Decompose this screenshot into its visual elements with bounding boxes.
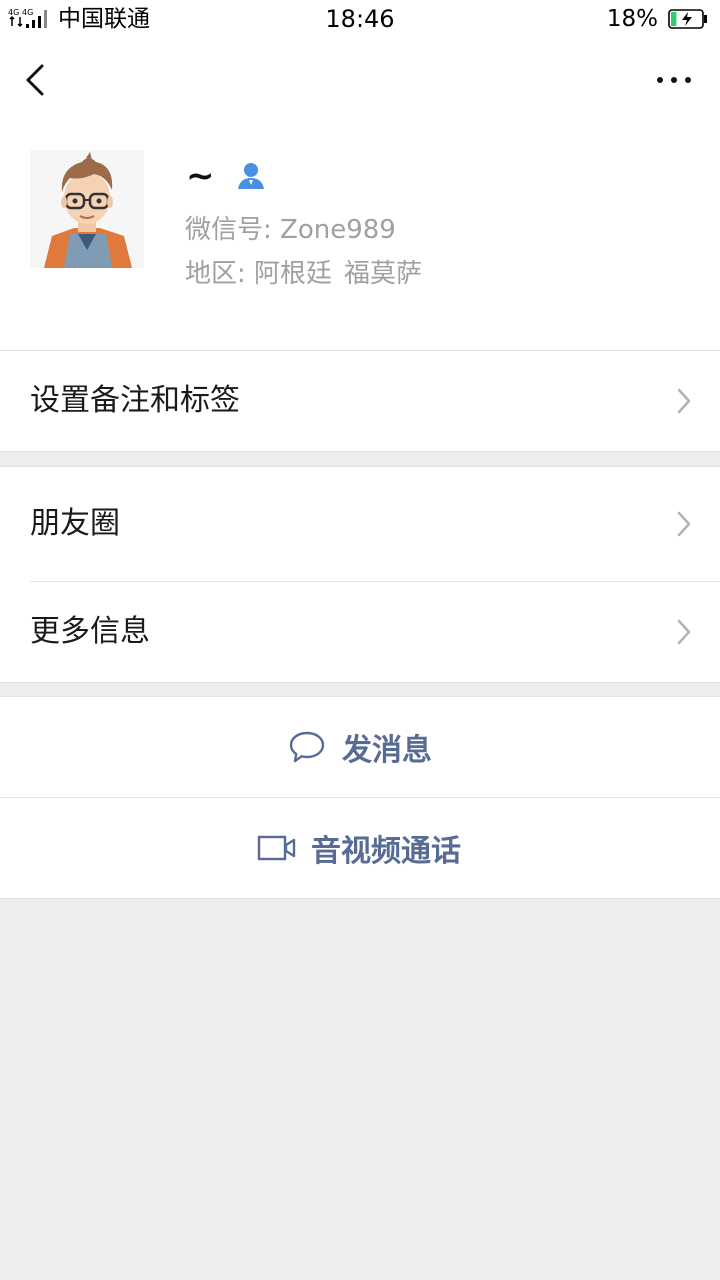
avatar[interactable] [30,150,144,268]
more-dots-icon[interactable] [654,68,694,92]
wechat-id-value: Zone989 [280,215,396,245]
nickname: ~ [186,156,215,196]
wechat-id-line: 微信号: Zone989 [185,214,396,246]
contact-profile-screen: 4G 4G 中国联通 18:46 18% ~ 微信号: Zone989 地区: … [0,0,720,1280]
video-call-label: 音视频通话 [311,834,461,869]
video-camera-icon [257,835,296,861]
set-remark-tags-label: 设置备注和标签 [30,383,240,418]
chevron-right-icon [677,511,691,537]
video-call-button[interactable]: 音视频通话 [0,798,720,898]
divider [0,451,720,452]
send-message-label: 发消息 [342,733,432,768]
set-remark-tags-cell[interactable]: 设置备注和标签 [0,351,720,451]
region-country: 阿根廷 [254,259,333,289]
more-info-cell[interactable]: 更多信息 [0,582,720,682]
divider [0,682,720,683]
back-chevron-icon[interactable] [16,58,56,102]
region-city: 福莫萨 [344,259,423,289]
battery-charging-icon [668,9,707,29]
battery-percent: 18% [606,6,658,32]
status-bar: 4G 4G 中国联通 18:46 18% [0,0,720,40]
chevron-right-icon [677,388,691,414]
nickname-row: ~ [186,156,266,196]
moments-label: 朋友圈 [30,506,120,541]
avatar-illustration [30,150,144,268]
more-info-label: 更多信息 [30,614,150,649]
region-line: 地区: 阿根廷 福莫萨 [185,258,422,290]
profile-header: ~ 微信号: Zone989 地区: 阿根廷 福莫萨 [0,120,720,350]
nav-bar [0,40,720,120]
moments-cell[interactable]: 朋友圈 [0,467,720,581]
send-message-button[interactable]: 发消息 [0,697,720,797]
wechat-id-label: 微信号: [185,215,272,245]
contact-person-icon [237,163,264,189]
chevron-right-icon [677,619,691,645]
region-label: 地区: [185,259,246,289]
divider [0,898,720,899]
chat-bubble-icon [289,731,325,763]
